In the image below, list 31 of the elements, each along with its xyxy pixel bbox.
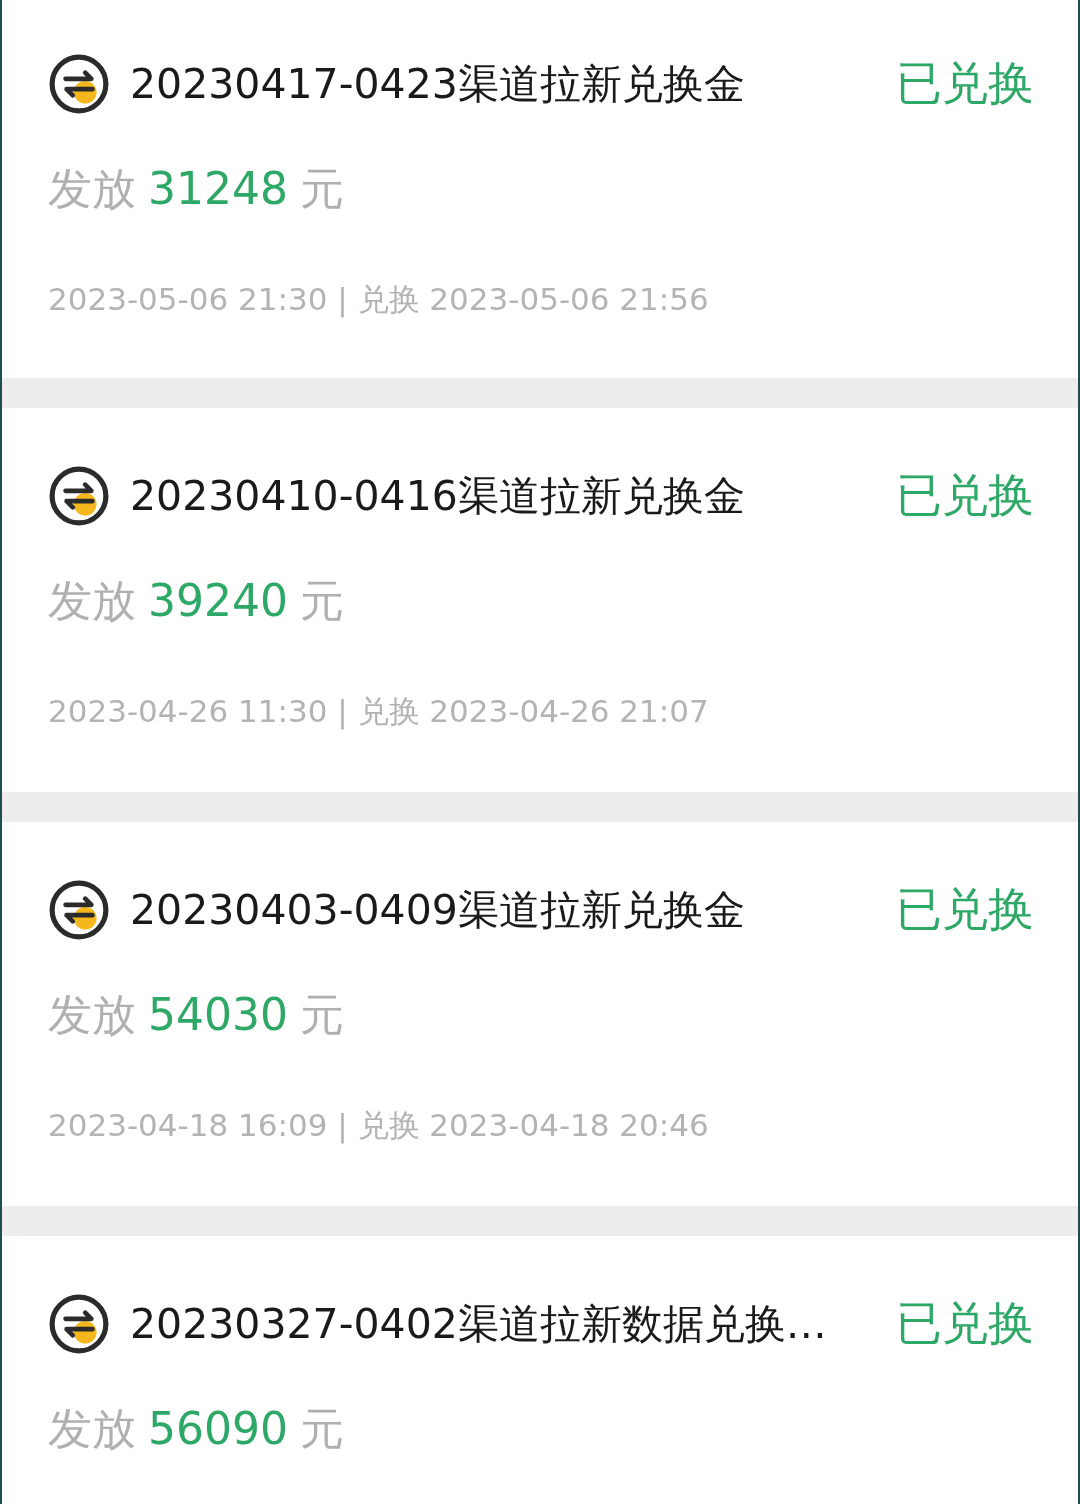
amount-value: 39240 (148, 575, 288, 626)
record-title: 20230327-0402渠道拉新数据兑换… (130, 1298, 828, 1350)
amount-unit: 元 (300, 988, 344, 1042)
amount-unit: 元 (300, 162, 344, 216)
status-label: 已兑换 (896, 467, 1034, 524)
amount-prefix: 发放 (48, 574, 136, 628)
exchange-icon (48, 53, 110, 115)
exchange-icon (48, 1293, 110, 1355)
record-card[interactable]: 20230327-0402渠道拉新数据兑换… 已兑换 发放 56090 元 (2, 1236, 1078, 1504)
amount-value: 54030 (148, 989, 288, 1040)
record-card[interactable]: 20230417-0423渠道拉新兑换金 已兑换 发放 31248 元 2023-05-06 21:30 | 兑换 2023-05-06 21:56 (2, 0, 1078, 378)
status-label: 已兑换 (896, 55, 1034, 112)
record-title: 20230410-0416渠道拉新兑换金 (130, 470, 746, 522)
record-times: 2023-05-06 21:30 | 兑换 2023-05-06 21:56 (48, 280, 710, 320)
record-card[interactable]: 20230403-0409渠道拉新兑换金 已兑换 发放 54030 元 2023-04-18 16:09 | 兑换 2023-04-18 20:46 (2, 822, 1078, 1206)
amount-unit: 元 (300, 574, 344, 628)
status-label: 已兑换 (896, 1295, 1034, 1352)
record-title: 20230403-0409渠道拉新兑换金 (130, 884, 746, 936)
exchange-icon (48, 879, 110, 941)
record-card[interactable]: 20230410-0416渠道拉新兑换金 已兑换 发放 39240 元 2023-04-26 11:30 | 兑换 2023-04-26 21:07 (2, 408, 1078, 792)
amount-prefix: 发放 (48, 1402, 136, 1456)
amount-value: 56090 (148, 1403, 288, 1454)
record-times: 2023-04-18 16:09 | 兑换 2023-04-18 20:46 (48, 1106, 710, 1146)
amount-value: 31248 (148, 163, 288, 214)
exchange-icon (48, 465, 110, 527)
amount-prefix: 发放 (48, 988, 136, 1042)
status-label: 已兑换 (896, 881, 1034, 938)
record-times: 2023-04-26 11:30 | 兑换 2023-04-26 21:07 (48, 692, 710, 732)
amount-unit: 元 (300, 1402, 344, 1456)
amount-prefix: 发放 (48, 162, 136, 216)
record-title: 20230417-0423渠道拉新兑换金 (130, 58, 746, 110)
